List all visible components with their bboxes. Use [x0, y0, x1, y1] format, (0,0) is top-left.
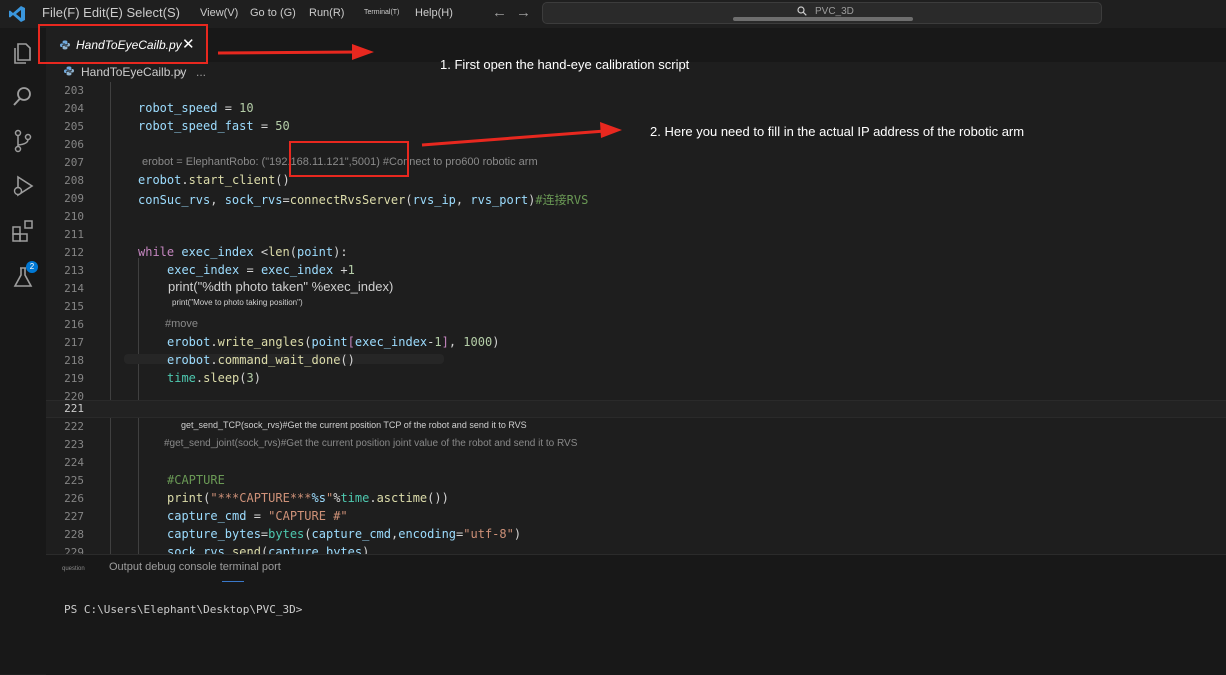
- arrow-line-2: [421, 129, 606, 147]
- annotation-step2: 2. Here you need to fill in the actual I…: [650, 124, 1025, 139]
- arrow-head-1: [352, 44, 374, 60]
- annotation-arrows: [217, 44, 622, 147]
- arrow-head-2: [600, 122, 622, 138]
- arrow-line-1: [217, 50, 359, 55]
- annotation-step1: 1. First open the hand-eye calibration s…: [440, 57, 690, 72]
